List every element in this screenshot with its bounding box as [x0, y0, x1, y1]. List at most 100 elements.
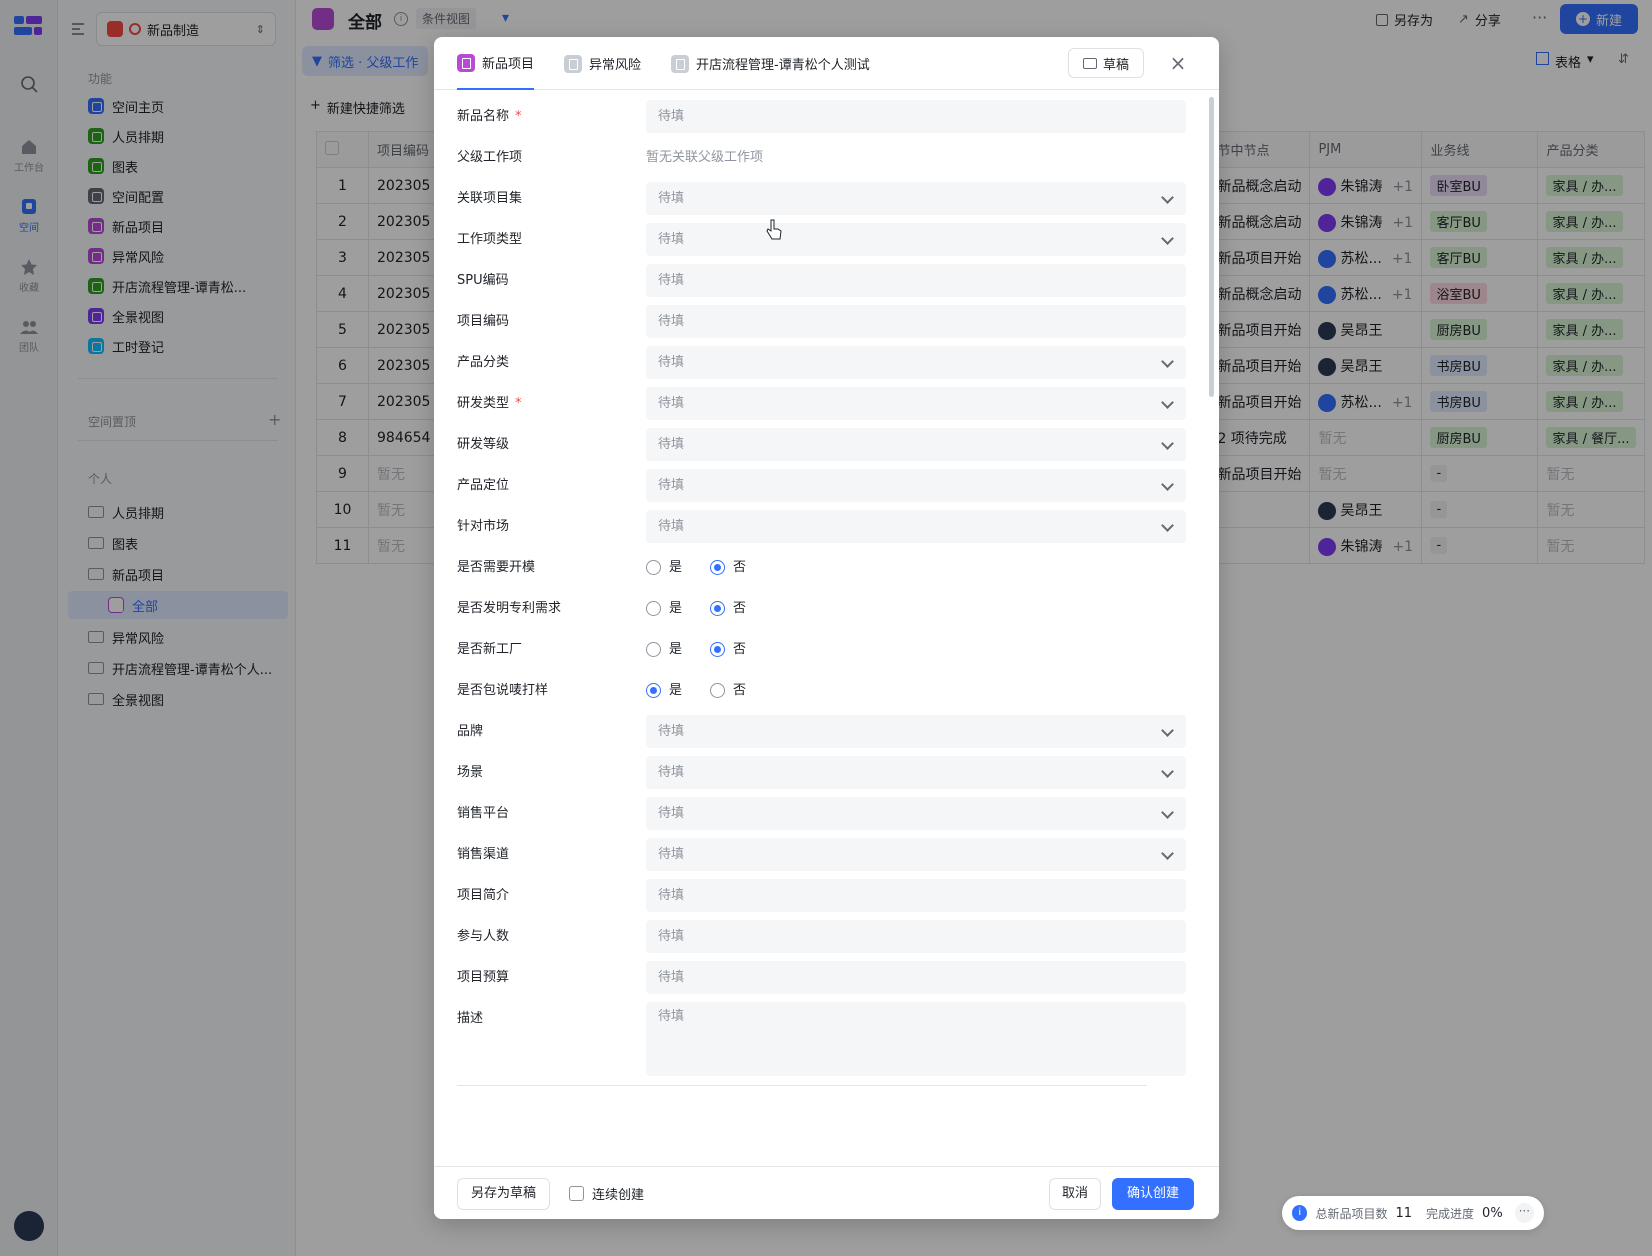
textarea-field[interactable]: 待填: [646, 1002, 1186, 1076]
radio-yes[interactable]: [646, 560, 661, 575]
field-label: SPU编码: [457, 264, 509, 297]
form-row: 关联项目集 待填: [457, 182, 1186, 215]
radio-no[interactable]: [710, 683, 725, 698]
text-field[interactable]: 待填: [646, 305, 1186, 338]
select-field[interactable]: 待填: [646, 182, 1186, 215]
form-row: 针对市场 待填: [457, 510, 1186, 543]
field-label: 产品分类: [457, 346, 509, 379]
select-field[interactable]: 待填: [646, 510, 1186, 543]
risk-icon: [564, 54, 582, 73]
radio-yes-label[interactable]: 是: [669, 674, 682, 707]
text-field[interactable]: 待填: [646, 920, 1186, 953]
text-field[interactable]: 待填: [646, 100, 1186, 133]
required-mark: *: [515, 109, 522, 124]
select-field[interactable]: 待填: [646, 428, 1186, 461]
select-field[interactable]: 待填: [646, 223, 1186, 256]
field-label: 父级工作项: [457, 141, 522, 174]
radio-no[interactable]: [710, 601, 725, 616]
progress-status-bar: i 总新品项目数 11 完成进度 0% ···: [1282, 1196, 1544, 1230]
form-row: 工作项类型 待填: [457, 223, 1186, 256]
text-field[interactable]: 待填: [646, 879, 1186, 912]
text-field[interactable]: 待填: [646, 961, 1186, 994]
form-row: 研发等级 待填: [457, 428, 1186, 461]
form-row: 项目简介 待填: [457, 879, 1186, 912]
radio-yes-label[interactable]: 是: [669, 633, 682, 666]
progress-label: 完成进度: [1426, 1206, 1475, 1221]
field-label: 是否需要开模: [457, 551, 535, 584]
select-field[interactable]: 待填: [646, 838, 1186, 871]
field-label: 场景: [457, 756, 483, 789]
field-label: 是否新工厂: [457, 633, 522, 666]
radio-yes[interactable]: [646, 601, 661, 616]
progress-value: 0%: [1482, 1205, 1503, 1221]
radio-no-label[interactable]: 否: [733, 633, 746, 666]
close-icon[interactable]: ×: [1166, 51, 1190, 75]
form-row: 场景 待填: [457, 756, 1186, 789]
draft-button[interactable]: 草稿: [1068, 48, 1144, 78]
cancel-button[interactable]: 取消: [1049, 1178, 1101, 1210]
field-label-text: 产品分类: [457, 355, 510, 370]
field-label-text: 新品名称: [457, 109, 510, 124]
select-field[interactable]: 待填: [646, 469, 1186, 502]
form-row: 是否新工厂 是 否: [457, 633, 1177, 666]
field-label: 研发类型 *: [457, 387, 522, 420]
radio-no-label[interactable]: 否: [733, 674, 746, 707]
tab-risk[interactable]: 异常风险: [564, 37, 641, 90]
field-label-text: 是否需要开模: [457, 560, 536, 575]
field-label-text: 是否发明专利需求: [457, 601, 562, 616]
radio-no[interactable]: [710, 642, 725, 657]
radio-no-label[interactable]: 否: [733, 592, 746, 625]
field-label: 参与人数: [457, 920, 509, 953]
form-row: 产品分类 待填: [457, 346, 1186, 379]
select-field[interactable]: 待填: [646, 756, 1186, 789]
modal-footer: 另存为草稿 连续创建 取消 确认创建: [434, 1166, 1219, 1219]
select-field[interactable]: 待填: [646, 797, 1186, 830]
radio-yes[interactable]: [646, 683, 661, 698]
field-label: 针对市场: [457, 510, 509, 543]
continuous-create-checkbox[interactable]: [569, 1186, 584, 1201]
form-row: 研发类型 * 待填: [457, 387, 1186, 420]
confirm-create-button[interactable]: 确认创建: [1112, 1178, 1194, 1210]
form-row: 是否包说唛打样 是 否: [457, 674, 1177, 707]
select-field[interactable]: 待填: [646, 346, 1186, 379]
radio-yes-label[interactable]: 是: [669, 592, 682, 625]
select-field[interactable]: 待填: [646, 715, 1186, 748]
save-draft-button[interactable]: 另存为草稿: [457, 1178, 550, 1210]
text-field[interactable]: 待填: [646, 264, 1186, 297]
total-label: 总新品项目数: [1315, 1206, 1388, 1221]
field-label-text: 项目编码: [457, 314, 510, 329]
radio-yes[interactable]: [646, 642, 661, 657]
field-label-text: 场景: [457, 765, 484, 780]
field-label-text: 项目简介: [457, 888, 510, 903]
form-row: 描述 待填: [457, 1002, 1186, 1076]
field-label: 是否包说唛打样: [457, 674, 548, 707]
field-label-text: 针对市场: [457, 519, 510, 534]
continuous-create-label[interactable]: 连续创建: [592, 1184, 644, 1203]
hand-cursor-icon: [766, 219, 782, 241]
field-label: 项目简介: [457, 879, 509, 912]
radio-no-label[interactable]: 否: [733, 551, 746, 584]
field-label: 产品定位: [457, 469, 509, 502]
field-label: 新品名称 *: [457, 100, 522, 133]
field-label-text: 品牌: [457, 724, 484, 739]
form-row: 新品名称 * 待填: [457, 100, 1186, 133]
form-row: 项目预算 待填: [457, 961, 1186, 994]
tab-new-product[interactable]: 新品项目: [457, 37, 535, 90]
field-label-text: 研发等级: [457, 437, 510, 452]
field-label-text: 父级工作项: [457, 150, 523, 165]
field-label-text: 参与人数: [457, 929, 510, 944]
draft-label: 草稿: [1102, 57, 1129, 73]
more-icon[interactable]: ···: [1514, 1203, 1534, 1223]
radio-no[interactable]: [710, 560, 725, 575]
project-icon: [457, 53, 475, 72]
form-row: SPU编码 待填: [457, 264, 1186, 297]
field-label-text: 描述: [457, 1011, 484, 1026]
field-label: 销售平台: [457, 797, 509, 830]
field-label-text: 研发类型: [457, 396, 510, 411]
radio-yes-label[interactable]: 是: [669, 551, 682, 584]
tab-store-process[interactable]: 开店流程管理-谭青松个人测试: [671, 37, 870, 90]
process-icon: [671, 54, 689, 73]
field-label: 工作项类型: [457, 223, 522, 256]
select-field[interactable]: 待填: [646, 387, 1186, 420]
form-scrollbar[interactable]: [1209, 97, 1214, 397]
